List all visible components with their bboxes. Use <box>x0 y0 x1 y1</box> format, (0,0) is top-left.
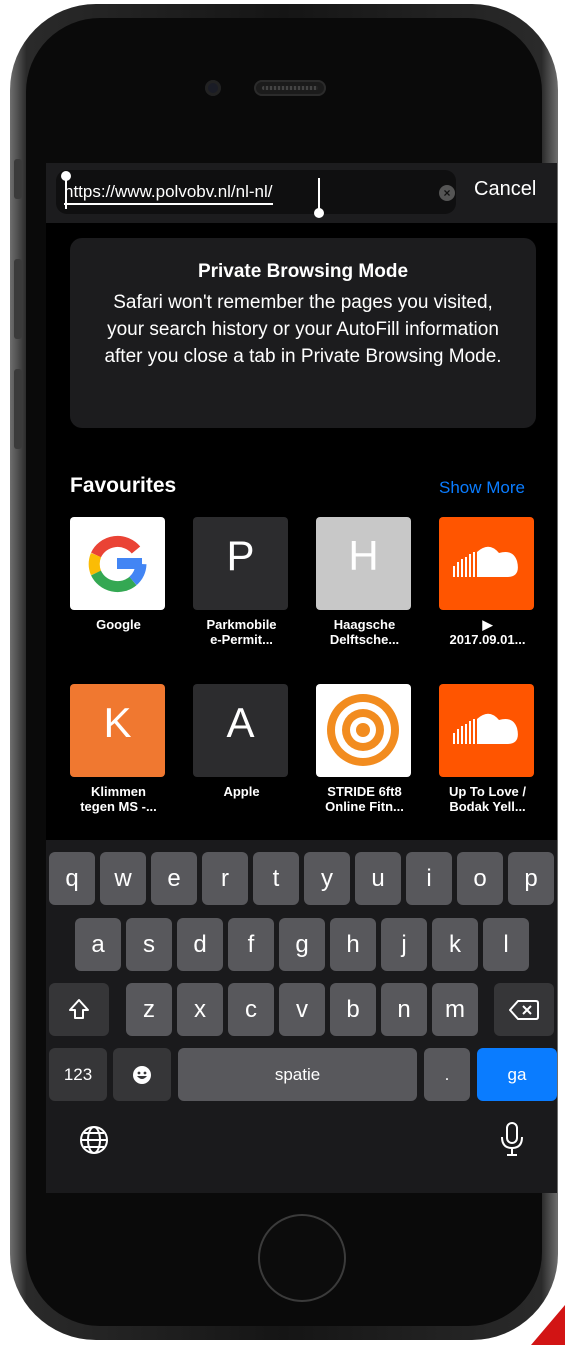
private-browsing-title: Private Browsing Mode <box>197 261 409 282</box>
numbers-key[interactable]: 123 <box>49 1048 107 1101</box>
favourite-label-line2: Delftsche... <box>329 632 400 647</box>
favourite-label: Up To Love / <box>448 784 527 799</box>
address-bar: https://www.polvobv.nl/nl-nl/ × Cancel <box>46 163 557 223</box>
favourite-label: Apple <box>223 784 260 799</box>
key-r[interactable]: r <box>202 852 248 905</box>
microphone-icon[interactable] <box>498 1121 526 1162</box>
key-w[interactable]: w <box>100 852 146 905</box>
emoji-icon <box>133 1066 151 1084</box>
key-i[interactable]: i <box>406 852 452 905</box>
key-o[interactable]: o <box>457 852 503 905</box>
tile-letter: A <box>226 699 255 746</box>
url-text: https://www.polvobv.nl/nl-nl/ <box>64 182 273 205</box>
key-b[interactable]: b <box>330 983 376 1036</box>
key-a[interactable]: a <box>75 918 121 971</box>
key-f[interactable]: f <box>228 918 274 971</box>
tile-letter: K <box>103 699 132 746</box>
favourite-tile-soundcloud-2[interactable]: Up To Love / Bodak Yell... <box>439 684 536 814</box>
favourite-tile-apple[interactable]: A Apple <box>193 684 290 799</box>
favourite-label: Klimmen <box>91 784 146 799</box>
home-button[interactable] <box>258 1214 346 1302</box>
cancel-button[interactable]: Cancel <box>474 178 536 201</box>
favourite-tile-google[interactable]: Google <box>70 517 167 632</box>
key-y[interactable]: y <box>304 852 350 905</box>
backspace-icon <box>509 1000 539 1020</box>
soundcloud-icon <box>439 684 534 777</box>
key-c[interactable]: c <box>228 983 274 1036</box>
show-more-link[interactable]: Show More <box>439 478 525 498</box>
key-n[interactable]: n <box>381 983 427 1036</box>
key-l[interactable]: l <box>483 918 529 971</box>
volume-down-button <box>14 369 22 449</box>
key-v[interactable]: v <box>279 983 325 1036</box>
letter-icon-a: A <box>193 684 288 777</box>
period-key[interactable]: . <box>424 1048 470 1101</box>
emoji-key[interactable] <box>113 1048 171 1101</box>
front-camera <box>205 80 221 96</box>
key-s[interactable]: s <box>126 918 172 971</box>
selection-handle-end[interactable] <box>314 178 324 218</box>
key-z[interactable]: z <box>126 983 172 1036</box>
backspace-key[interactable] <box>494 983 554 1036</box>
tile-letter: H <box>348 532 379 579</box>
mute-switch <box>14 159 22 199</box>
google-icon <box>70 517 165 610</box>
globe-icon[interactable] <box>78 1124 110 1161</box>
favourites-title: Favourites <box>70 474 177 497</box>
letter-icon-k: K <box>70 684 165 777</box>
favourite-label: ▶ <box>482 617 493 632</box>
key-t[interactable]: t <box>253 852 299 905</box>
screen: https://www.polvobv.nl/nl-nl/ × Cancel P… <box>46 163 557 1193</box>
private-browsing-card: Private Browsing Mode Safari won't remem… <box>70 238 536 428</box>
key-x[interactable]: x <box>177 983 223 1036</box>
letter-icon-h: H <box>316 517 411 610</box>
tile-letter: P <box>226 532 255 579</box>
favourite-tile-klimmen[interactable]: K Klimmen tegen MS -... <box>70 684 167 814</box>
favourite-tile-soundcloud-1[interactable]: ▶ 2017.09.01... <box>439 517 536 647</box>
shift-icon <box>69 999 89 1019</box>
go-key[interactable]: ga <box>477 1048 557 1101</box>
private-browsing-body: Safari won't remember the pages you visi… <box>104 292 502 367</box>
volume-up-button <box>14 259 22 339</box>
favourite-label-line2: Bodak Yell... <box>449 799 526 814</box>
key-q[interactable]: q <box>49 852 95 905</box>
key-j[interactable]: j <box>381 918 427 971</box>
favourite-label-line2: tegen MS -... <box>80 799 157 814</box>
favourite-label: Google <box>96 617 141 632</box>
url-input[interactable]: https://www.polvobv.nl/nl-nl/ × <box>56 170 456 218</box>
favourite-tile-parkmobile[interactable]: P Parkmobile e-Permit... <box>193 517 290 647</box>
space-key[interactable]: spatie <box>178 1048 417 1101</box>
clear-icon[interactable]: × <box>439 185 455 201</box>
favourite-tile-stride[interactable]: STRIDE 6ft8 Online Fitn... <box>316 684 413 814</box>
soundcloud-icon <box>439 517 534 610</box>
key-g[interactable]: g <box>279 918 325 971</box>
favourite-tile-haagsche[interactable]: H Haagsche Delftsche... <box>316 517 413 647</box>
earpiece-speaker <box>254 80 326 96</box>
key-p[interactable]: p <box>508 852 554 905</box>
key-k[interactable]: k <box>432 918 478 971</box>
key-e[interactable]: e <box>151 852 197 905</box>
favourite-label: STRIDE 6ft8 <box>327 784 402 799</box>
favourite-label-line2: 2017.09.01... <box>449 632 526 647</box>
target-icon <box>316 684 411 777</box>
key-d[interactable]: d <box>177 918 223 971</box>
favourite-label-line2: e-Permit... <box>210 632 273 647</box>
shift-key[interactable] <box>49 983 109 1036</box>
key-u[interactable]: u <box>355 852 401 905</box>
letter-icon-p: P <box>193 517 288 610</box>
keyboard: q w e r t y u i o p a s d f g h j k l z … <box>46 840 557 1193</box>
favourite-label: Haagsche <box>333 617 396 632</box>
favourite-label: Parkmobile <box>206 617 277 632</box>
key-h[interactable]: h <box>330 918 376 971</box>
key-m[interactable]: m <box>432 983 478 1036</box>
favourite-label-line2: Online Fitn... <box>325 799 404 814</box>
